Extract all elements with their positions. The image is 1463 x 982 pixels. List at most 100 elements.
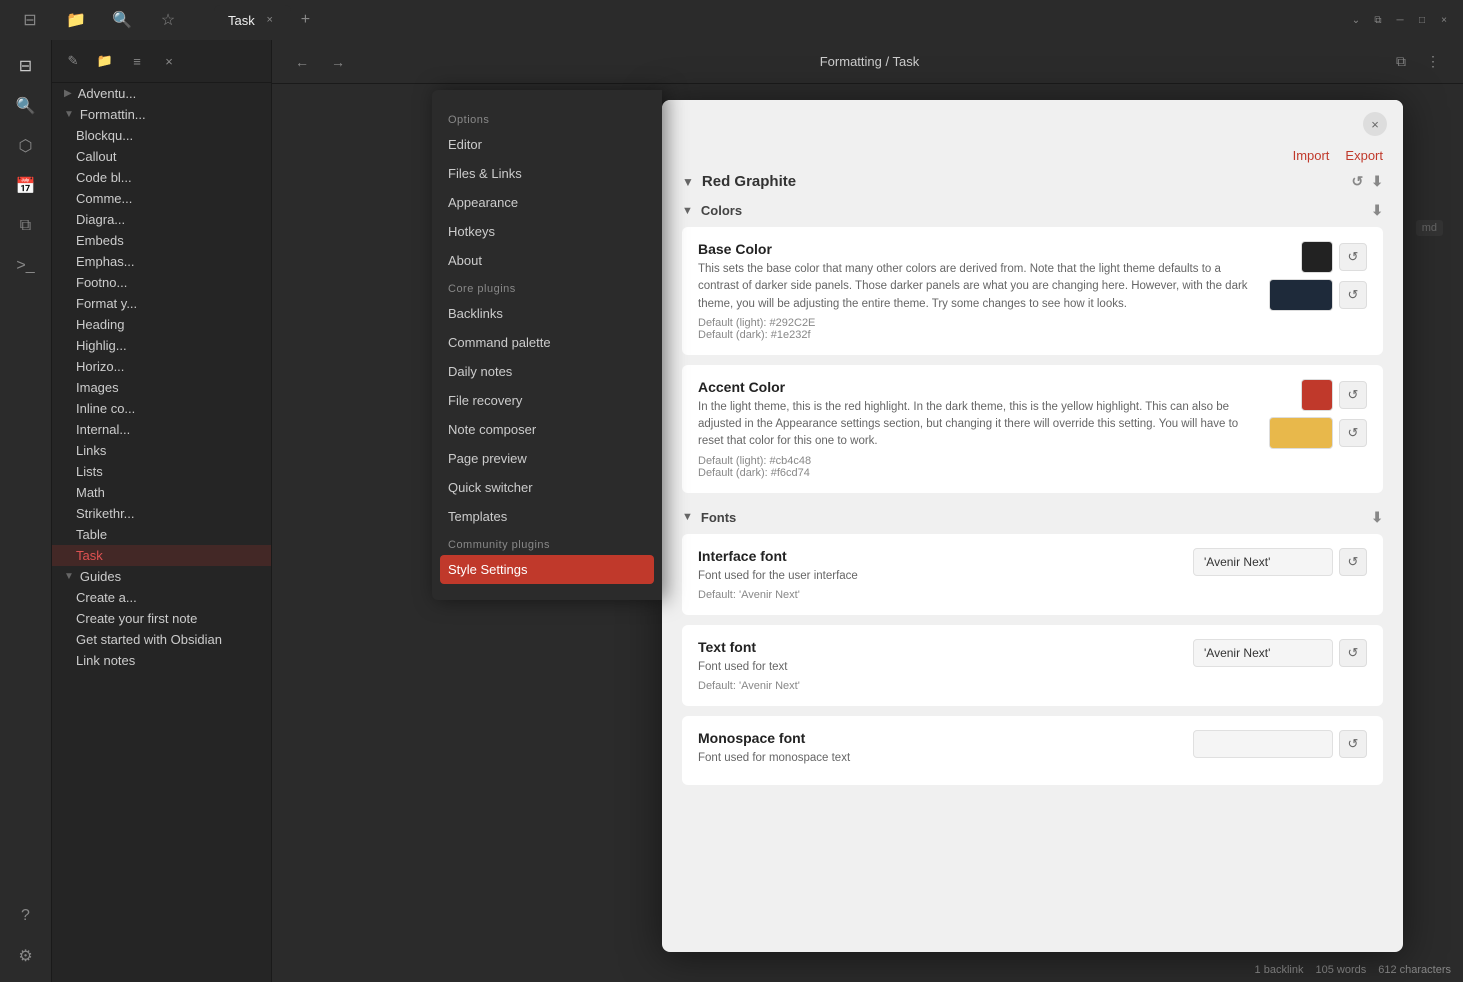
- tree-item-create-first[interactable]: Create your first note: [52, 608, 271, 629]
- tree-item-inline[interactable]: Inline co...: [52, 398, 271, 419]
- tree-item-task[interactable]: Task: [52, 545, 271, 566]
- chevron-down-icon[interactable]: ⌄: [1349, 13, 1363, 27]
- text-font-reset[interactable]: ↺: [1339, 639, 1367, 667]
- accent-color-dark-reset[interactable]: ↺: [1339, 419, 1367, 447]
- sidebar-toggle-icon[interactable]: ⊟: [12, 2, 48, 38]
- tree-item-blockquote[interactable]: Blockqu...: [52, 125, 271, 146]
- section-title: Red Graphite: [702, 173, 796, 190]
- text-font-input[interactable]: [1193, 639, 1333, 667]
- settings-item-quick-switcher[interactable]: Quick switcher: [432, 473, 662, 502]
- settings-item-command-palette[interactable]: Command palette: [432, 328, 662, 357]
- tree-item-create-a[interactable]: Create a...: [52, 587, 271, 608]
- maximize-icon[interactable]: □: [1415, 13, 1429, 27]
- settings-icon[interactable]: ⚙: [8, 938, 44, 974]
- settings-item-about[interactable]: About: [432, 246, 662, 275]
- base-color-dark-swatch[interactable]: [1269, 279, 1333, 311]
- reset-section-icon[interactable]: ↺: [1352, 173, 1364, 190]
- settings-item-files-links[interactable]: Files & Links: [432, 159, 662, 188]
- export-button[interactable]: Export: [1345, 148, 1383, 163]
- colors-label: Colors: [701, 203, 742, 218]
- tree-item-embeds[interactable]: Embeds: [52, 230, 271, 251]
- monospace-font-input[interactable]: [1193, 730, 1333, 758]
- tree-item-highlight[interactable]: Highlig...: [52, 335, 271, 356]
- text-font-default: Default: 'Avenir Next': [698, 680, 1181, 692]
- tree-item-guides[interactable]: ▼ Guides: [52, 566, 271, 587]
- tree-item-code[interactable]: Code bl...: [52, 167, 271, 188]
- layout-icon[interactable]: ⧉: [1371, 13, 1385, 27]
- tree-item-internal[interactable]: Internal...: [52, 419, 271, 440]
- help-icon[interactable]: ?: [8, 898, 44, 934]
- settings-item-hotkeys[interactable]: Hotkeys: [432, 217, 662, 246]
- tree-item-adventure[interactable]: ▶ Adventu...: [52, 83, 271, 104]
- text-font-controls: ↺: [1193, 639, 1367, 667]
- core-plugins-label: Core plugins: [432, 275, 662, 299]
- settings-item-backlinks[interactable]: Backlinks: [432, 299, 662, 328]
- more-options-icon[interactable]: ×: [156, 48, 182, 74]
- tree-item-strikethrough[interactable]: Strikethr...: [52, 503, 271, 524]
- files-icon[interactable]: ⊟: [8, 48, 44, 84]
- settings-item-appearance[interactable]: Appearance: [432, 188, 662, 217]
- import-button[interactable]: Import: [1293, 148, 1330, 163]
- sort-icon[interactable]: ≡: [124, 48, 150, 74]
- settings-item-daily-notes[interactable]: Daily notes: [432, 357, 662, 386]
- tree-item-lists[interactable]: Lists: [52, 461, 271, 482]
- tree-item-formatting[interactable]: ▼ Formattin...: [52, 104, 271, 125]
- search-sidebar-icon[interactable]: 🔍: [8, 88, 44, 124]
- nav-back-button[interactable]: ←: [288, 48, 316, 76]
- close-folder-icon[interactable]: 📁: [58, 2, 94, 38]
- settings-close-button[interactable]: ×: [1363, 112, 1387, 136]
- window-close-icon[interactable]: ×: [1437, 13, 1451, 27]
- settings-item-page-preview[interactable]: Page preview: [432, 444, 662, 473]
- settings-item-note-composer[interactable]: Note composer: [432, 415, 662, 444]
- settings-item-editor[interactable]: Editor: [432, 130, 662, 159]
- tree-item-callout[interactable]: Callout: [52, 146, 271, 167]
- download-section-icon[interactable]: ⬇: [1371, 173, 1383, 190]
- new-folder-icon[interactable]: 📁: [92, 48, 118, 74]
- copy-icon[interactable]: ⧉: [8, 208, 44, 244]
- tree-item-heading[interactable]: Heading: [52, 314, 271, 335]
- tree-item-diagrams[interactable]: Diagra...: [52, 209, 271, 230]
- accent-color-dark-swatch[interactable]: [1269, 417, 1333, 449]
- base-color-light-reset[interactable]: ↺: [1339, 243, 1367, 271]
- tree-item-link-notes[interactable]: Link notes: [52, 650, 271, 671]
- bookmark-icon[interactable]: ☆: [150, 2, 186, 38]
- minimize-icon[interactable]: ─: [1393, 13, 1407, 27]
- accent-color-controls: ↺ ↺: [1269, 379, 1367, 449]
- tree-item-math[interactable]: Math: [52, 482, 271, 503]
- tree-item-format[interactable]: Format y...: [52, 293, 271, 314]
- tree-item-comments[interactable]: Comme...: [52, 188, 271, 209]
- reset-colors-icon[interactable]: ⬇: [1371, 202, 1383, 219]
- monospace-font-reset[interactable]: ↺: [1339, 730, 1367, 758]
- tree-item-footnotes[interactable]: Footno...: [52, 272, 271, 293]
- tree-item-label: Internal...: [76, 422, 130, 437]
- terminal-icon[interactable]: >_: [8, 248, 44, 284]
- base-color-light-row: ↺: [1301, 241, 1367, 273]
- graph-icon[interactable]: ⬡: [8, 128, 44, 164]
- char-count: 612 characters: [1378, 964, 1451, 976]
- interface-font-reset[interactable]: ↺: [1339, 548, 1367, 576]
- calendar-icon[interactable]: 📅: [8, 168, 44, 204]
- interface-font-input[interactable]: [1193, 548, 1333, 576]
- accent-color-light-swatch[interactable]: [1301, 379, 1333, 411]
- tree-item-links[interactable]: Links: [52, 440, 271, 461]
- settings-item-file-recovery[interactable]: File recovery: [432, 386, 662, 415]
- new-note-icon[interactable]: ✎: [60, 48, 86, 74]
- tree-item-images[interactable]: Images: [52, 377, 271, 398]
- nav-forward-button[interactable]: →: [324, 48, 352, 76]
- search-icon[interactable]: 🔍: [104, 2, 140, 38]
- accent-color-light-reset[interactable]: ↺: [1339, 381, 1367, 409]
- tree-item-get-started[interactable]: Get started with Obsidian: [52, 629, 271, 650]
- base-color-dark-reset[interactable]: ↺: [1339, 281, 1367, 309]
- new-tab-button[interactable]: +: [295, 11, 316, 29]
- settings-item-style-settings[interactable]: Style Settings: [440, 555, 654, 584]
- tree-item-horizontal[interactable]: Horizo...: [52, 356, 271, 377]
- reset-fonts-icon[interactable]: ⬇: [1371, 509, 1383, 526]
- more-options-nav-icon[interactable]: ⋮: [1419, 48, 1447, 76]
- base-color-light-swatch[interactable]: [1301, 241, 1333, 273]
- tab-close-icon[interactable]: ×: [263, 13, 277, 27]
- tab-task[interactable]: Task ×: [214, 5, 291, 35]
- split-view-icon[interactable]: ⧉: [1387, 48, 1415, 76]
- tree-item-table[interactable]: Table: [52, 524, 271, 545]
- tree-item-emphasis[interactable]: Emphas...: [52, 251, 271, 272]
- settings-item-templates[interactable]: Templates: [432, 502, 662, 531]
